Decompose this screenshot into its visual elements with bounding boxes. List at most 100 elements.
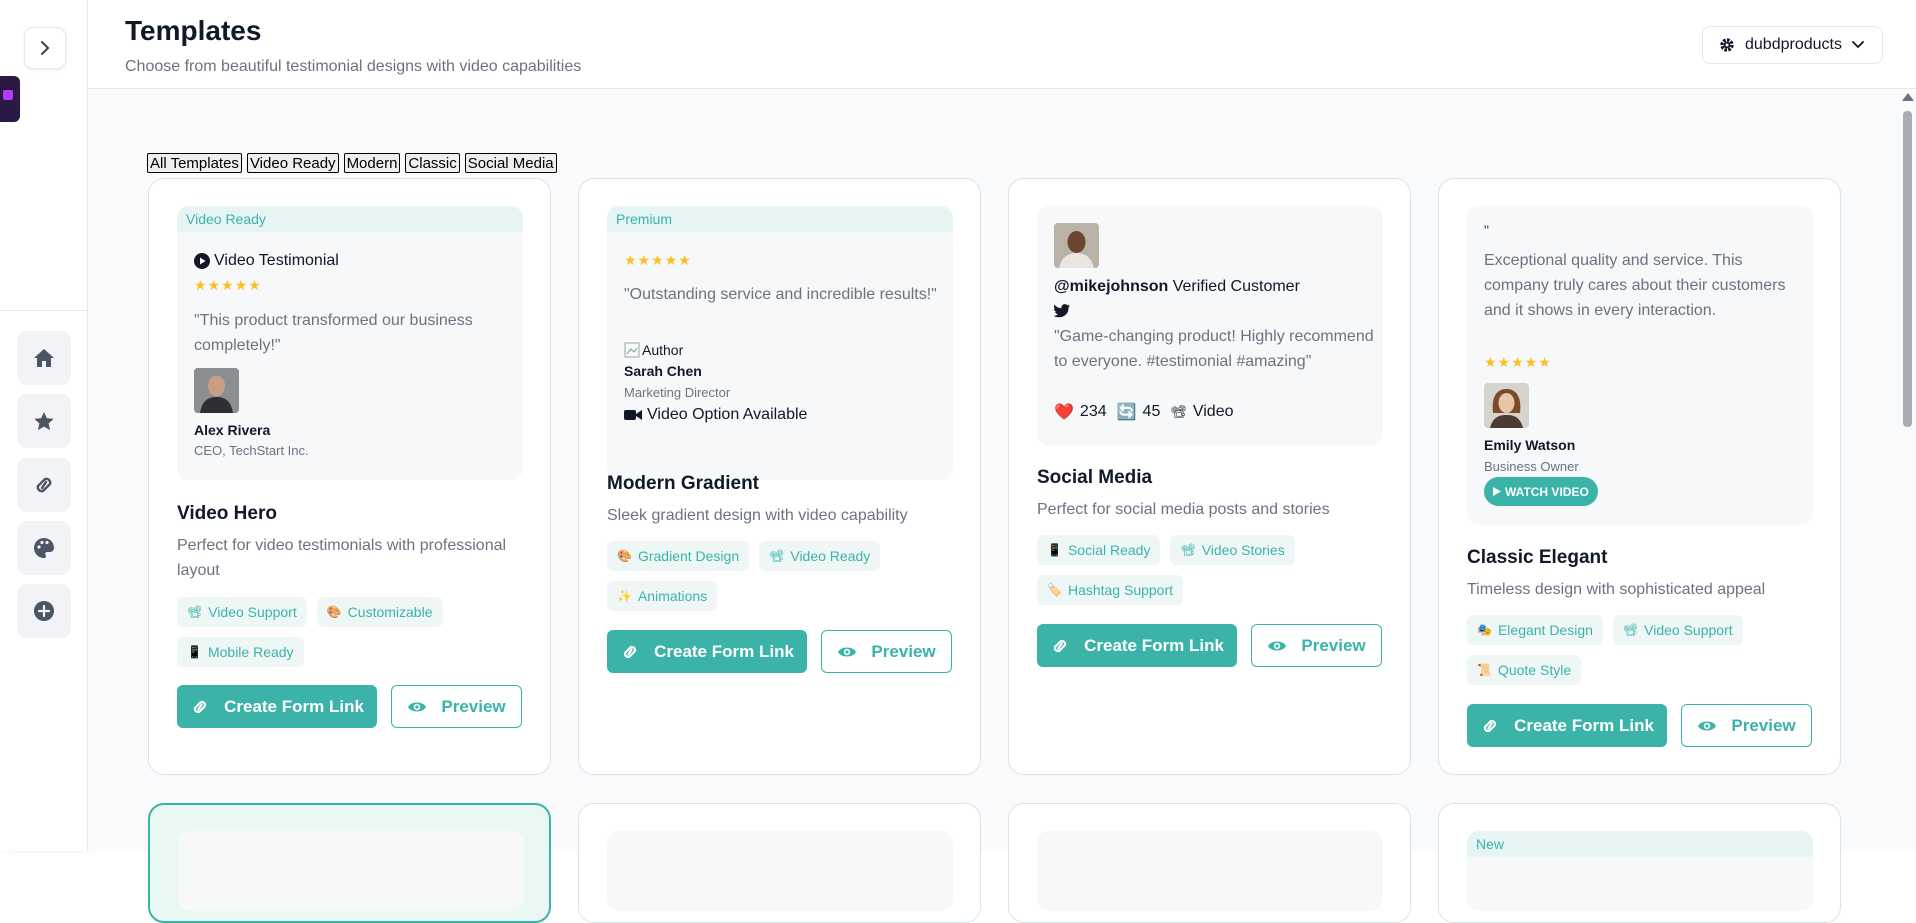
create-form-link-button[interactable]: Create Form Link [607,630,807,673]
feature-tags: 🎭 Elegant Design 📽 Video Support 📜 Quote St… [1467,615,1817,685]
sidebar-item-templates[interactable] [17,521,71,575]
sidebar-item-home[interactable] [17,331,71,385]
preview-button[interactable]: Preview [391,685,522,728]
template-card-modern-gradient[interactable]: Premium ★★★★★ "Outstanding service and i… [578,178,981,775]
likes-count: 234 [1079,403,1107,420]
template-preview [178,831,524,911]
filter-video-ready[interactable]: Video Ready [246,153,339,173]
camera-icon: 📽 [187,605,203,619]
video-label: Video [1192,403,1234,420]
main-content: Templates Choose from beautiful testimon… [88,0,1916,923]
sidebar-toggle-button[interactable] [24,27,66,69]
link-icon [36,477,52,493]
verified-label: Verified Customer [1172,278,1300,295]
tag-icon: 🏷️ [1047,583,1062,597]
star-rating: ★★★★★ [624,252,692,268]
preview-button[interactable]: Preview [1681,704,1812,747]
star-icon [34,411,54,430]
preview-button[interactable]: Preview [821,630,952,673]
plus-circle-icon [34,601,54,621]
create-form-link-button[interactable]: Create Form Link [1467,704,1667,747]
scroll-icon: 📜 [1477,663,1492,677]
template-preview: Premium ★★★★★ "Outstanding service and i… [607,206,953,480]
social-handle: @mikejohnson [1054,278,1169,295]
filter-all-templates[interactable]: All Templates [147,153,242,173]
shares-count: 45 [1142,403,1161,420]
author-role: Marketing Director [624,385,731,400]
create-form-link-button[interactable]: Create Form Link [177,685,377,728]
tag-animations: ✨ Animations [607,581,718,611]
feature-tags: 🎨 Gradient Design 📽 Video Ready ✨ Animation… [607,541,957,611]
scroll-thumb[interactable] [1903,111,1912,427]
sidebar-item-add[interactable] [17,584,71,638]
template-card-row2-2[interactable] [578,803,981,923]
play-icon [1493,487,1501,496]
template-filters: All Templates Video Ready Modern Classic… [147,153,557,173]
tag-video-support: 📽 Video Support [1612,615,1743,645]
avatar [194,368,239,413]
template-badge: Premium [607,206,953,232]
heart-icon: ❤️ [1054,404,1074,421]
scroll-up-arrow[interactable] [1902,93,1914,101]
play-circle-icon [194,253,210,269]
template-preview: @mikejohnson Verified Customer "Game-cha… [1037,206,1383,446]
template-card-row2-1[interactable] [148,803,551,923]
author-name: Sarah Chen [624,363,702,379]
template-description: Perfect for video testimonials with prof… [177,537,507,579]
sidebar [0,0,88,851]
link-icon [1054,639,1067,652]
author-role: Business Owner [1484,459,1579,474]
sidebar-item-testimonials[interactable] [17,394,71,448]
twitter-icon [1054,304,1070,318]
link-icon [624,645,637,658]
feature-tags: 📽 Video Support 🎨 Customizable 📱 Mobile Rea… [177,597,527,667]
template-description: Sleek gradient design with video capabil… [607,507,908,524]
filter-classic[interactable]: Classic [405,153,460,173]
top-bar: Templates Choose from beautiful testimon… [88,0,1916,89]
create-form-link-button[interactable]: Create Form Link [1037,624,1237,667]
account-dropdown[interactable]: dubdproducts [1702,26,1883,64]
sidebar-item-links[interactable] [17,458,71,512]
page-title: Templates [125,15,262,46]
tag-social-ready: 📱 Social Ready [1037,535,1161,565]
template-name: Modern Gradient [607,473,760,494]
tag-elegant-design: 🎭 Elegant Design [1467,615,1603,645]
template-card-classic-elegant[interactable]: " Exceptional quality and service. This … [1438,178,1841,775]
template-card-row2-4[interactable]: New [1438,803,1841,923]
testimonial-quote: "This product transformed our business c… [194,312,473,354]
template-preview: Video Ready Video Testimonial ★★★★★ "Thi… [177,206,523,480]
open-quote-mark: " [1484,222,1489,238]
tag-customizable: 🎨 Customizable [316,597,443,627]
app-logo[interactable] [0,76,20,122]
filter-modern[interactable]: Modern [343,153,401,173]
social-handle-row: @mikejohnson Verified Customer [1054,278,1300,296]
card-actions: Create Form Link Preview [607,630,952,673]
account-name: dubdproducts [1745,36,1842,53]
template-name: Video Hero [177,503,277,524]
card-actions: Create Form Link Preview [1037,624,1382,667]
preview-button[interactable]: Preview [1251,624,1382,667]
filter-social-media[interactable]: Social Media [464,153,557,173]
eye-icon [408,702,427,711]
template-card-row2-3[interactable] [1008,803,1411,923]
eye-icon [838,647,857,656]
template-description: Timeless design with sophisticated appea… [1467,581,1766,598]
template-card-social-media[interactable]: @mikejohnson Verified Customer "Game-cha… [1008,178,1411,775]
page-scrollbar[interactable] [1898,89,1916,851]
feature-tags: 📱 Social Ready 📽 Video Stories 🏷️ Hashtag S… [1037,535,1387,605]
page-subtitle: Choose from beautiful testimonial design… [125,58,582,75]
testimonial-quote: Exceptional quality and service. This co… [1484,252,1786,319]
watch-video-button[interactable]: WATCH VIDEO [1484,477,1598,506]
template-card-video-hero[interactable]: Video Ready Video Testimonial ★★★★★ "Thi… [148,178,551,775]
tag-video-ready: 📽 Video Ready [759,541,881,571]
template-preview: New [1467,831,1813,911]
camera-icon: 📽 [1180,543,1196,557]
author-role: CEO, TechStart Inc. [194,443,309,458]
template-badge: Video Ready [177,206,523,232]
link-icon [194,700,207,713]
template-badge: New [1467,831,1813,857]
tag-video-stories: 📽 Video Stories [1170,535,1295,565]
chevron-right-icon [41,41,49,55]
video-camera-icon [624,410,642,420]
testimonial-quote: "Game-changing product! Highly recommend… [1054,328,1374,370]
